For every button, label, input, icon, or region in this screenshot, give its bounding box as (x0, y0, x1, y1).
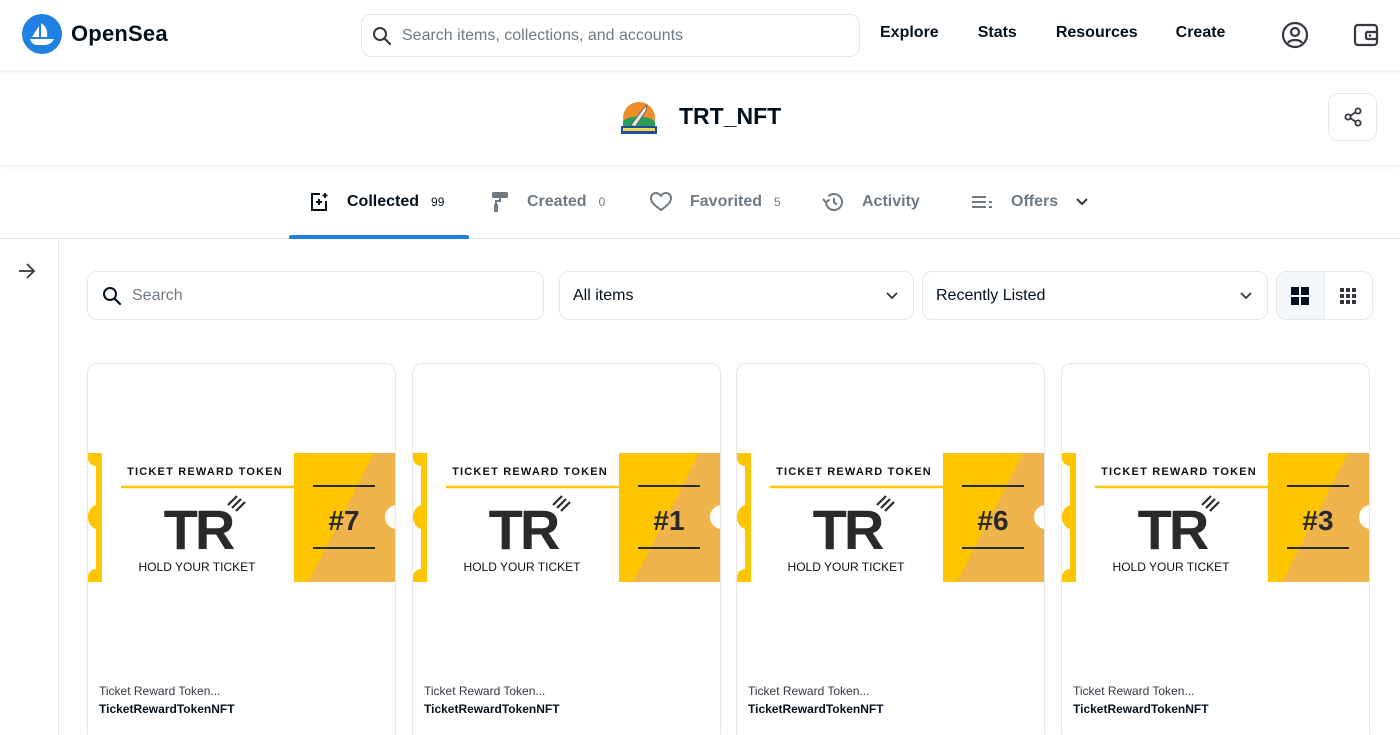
card-collection-name[interactable]: Ticket Reward Token... (424, 684, 545, 698)
active-tab-indicator (289, 235, 469, 239)
card-item-name: TicketRewardTokenNFT (99, 702, 235, 716)
items-filter-select[interactable]: All items (559, 271, 914, 320)
nav-explore-link[interactable]: Explore (880, 24, 939, 42)
tab-collected-label: Collected (347, 193, 420, 210)
nav-stats-link[interactable]: Stats (978, 24, 1017, 42)
tab-favorited-label: Favorited (690, 193, 763, 210)
ticket-logo: TR (489, 498, 560, 561)
opensea-logo[interactable]: OpenSea (22, 14, 168, 54)
ticket-logo: TR (1138, 498, 1209, 561)
card-item-name: TicketRewardTokenNFT (748, 702, 884, 716)
tab-favorited-count: 5 (774, 195, 781, 209)
search-icon (103, 286, 122, 305)
tab-collected[interactable]: Collected 99 (309, 165, 444, 239)
brand-name: OpenSea (71, 21, 168, 46)
tab-offers-label: Offers (1011, 193, 1059, 210)
tab-collected-count: 99 (431, 195, 445, 209)
global-search-box[interactable] (361, 14, 860, 57)
card-collection-name[interactable]: Ticket Reward Token... (748, 684, 869, 698)
chevron-down-icon (1240, 291, 1252, 299)
heart-icon (650, 192, 672, 212)
ticket-artwork: TICKET REWARD TOKEN TR HOLD YOUR TICKET … (737, 453, 1044, 582)
nav-create-link[interactable]: Create (1176, 24, 1226, 42)
tab-activity-label: Activity (862, 193, 920, 210)
list-icon (971, 194, 993, 210)
search-icon (373, 26, 392, 45)
filter-sidebar (0, 239, 59, 735)
profile-name: TRT_NFT (679, 103, 782, 129)
sort-select[interactable]: Recently Listed (922, 271, 1268, 320)
account-icon (1281, 21, 1309, 49)
global-search-input[interactable] (402, 26, 832, 45)
wallet-button[interactable] (1352, 21, 1380, 54)
account-button[interactable] (1281, 21, 1309, 54)
ticket-artwork: TICKET REWARD TOKEN TR HOLD YOUR TICKET … (1062, 453, 1369, 582)
ticket-logo: TR (164, 498, 235, 561)
chevron-down-icon (1075, 197, 1089, 207)
opensea-logo-icon (22, 14, 62, 54)
wallet-icon (1353, 23, 1379, 47)
tab-created-label: Created (527, 193, 587, 210)
items-search-input[interactable] (132, 286, 512, 305)
card-collection-name[interactable]: Ticket Reward Token... (1073, 684, 1194, 698)
tab-activity[interactable]: Activity (822, 165, 920, 239)
ticket-tagline: HOLD YOUR TICKET (1113, 560, 1231, 574)
ticket-tagline: HOLD YOUR TICKET (464, 560, 582, 574)
nft-card[interactable]: TICKET REWARD TOKEN TR HOLD YOUR TICKET … (1061, 363, 1370, 735)
ticket-artwork: TICKET REWARD TOKEN TR HOLD YOUR TICKET … (88, 453, 395, 582)
ticket-number: #1 (653, 505, 684, 536)
arrow-right-icon (19, 263, 36, 279)
profile-avatar (621, 102, 657, 134)
card-item-name: TicketRewardTokenNFT (1073, 702, 1209, 716)
small-grid-icon (1340, 287, 1357, 304)
expand-filters-button[interactable] (17, 262, 37, 285)
items-filter-value: All items (573, 286, 634, 304)
small-grid-button[interactable] (1325, 272, 1373, 319)
tab-created-count: 0 (598, 195, 606, 209)
large-grid-icon (1291, 286, 1310, 305)
card-collection-name[interactable]: Ticket Reward Token... (99, 684, 220, 698)
ticket-header: TICKET REWARD TOKEN (127, 466, 283, 478)
ticket-header: TICKET REWARD TOKEN (452, 466, 608, 478)
tab-created[interactable]: Created 0 (491, 165, 605, 239)
large-grid-button[interactable] (1277, 272, 1325, 319)
tab-offers[interactable]: Offers (971, 165, 1089, 239)
sort-value: Recently Listed (936, 286, 1046, 304)
ticket-logo: TR (813, 498, 884, 561)
top-navigation: OpenSea Explore Stats Resources Create (0, 0, 1400, 70)
chevron-down-icon (886, 291, 898, 299)
ticket-header: TICKET REWARD TOKEN (776, 466, 932, 478)
grid-size-toggle (1276, 271, 1373, 320)
items-search-box[interactable] (87, 271, 544, 320)
ticket-number: #6 (977, 505, 1008, 536)
share-button[interactable] (1328, 93, 1377, 141)
collected-icon (309, 192, 329, 212)
ticket-artwork: TICKET REWARD TOKEN TR HOLD YOUR TICKET … (413, 453, 720, 582)
nav-links: Explore Stats Resources Create (880, 24, 1225, 42)
profile-header: TRT_NFT (0, 70, 1400, 165)
profile-tabs: Collected 99 Created 0 Favorited 5 Activ… (0, 165, 1400, 239)
history-icon (822, 192, 844, 212)
card-item-name: TicketRewardTokenNFT (424, 702, 560, 716)
nft-card[interactable]: TICKET REWARD TOKEN TR HOLD YOUR TICKET … (412, 363, 721, 735)
tab-favorited[interactable]: Favorited 5 (650, 165, 781, 239)
nft-card[interactable]: TICKET REWARD TOKEN TR HOLD YOUR TICKET … (736, 363, 1045, 735)
share-icon (1344, 107, 1361, 127)
ticket-tagline: HOLD YOUR TICKET (139, 560, 257, 574)
ticket-number: #7 (328, 505, 359, 536)
nav-resources-link[interactable]: Resources (1056, 24, 1138, 42)
ticket-header: TICKET REWARD TOKEN (1101, 466, 1257, 478)
ticket-tagline: HOLD YOUR TICKET (788, 560, 906, 574)
ticket-number: #3 (1302, 505, 1333, 536)
paint-roller-icon (491, 191, 509, 213)
nft-card[interactable]: TICKET REWARD TOKEN TR HOLD YOUR TICKET … (87, 363, 396, 735)
